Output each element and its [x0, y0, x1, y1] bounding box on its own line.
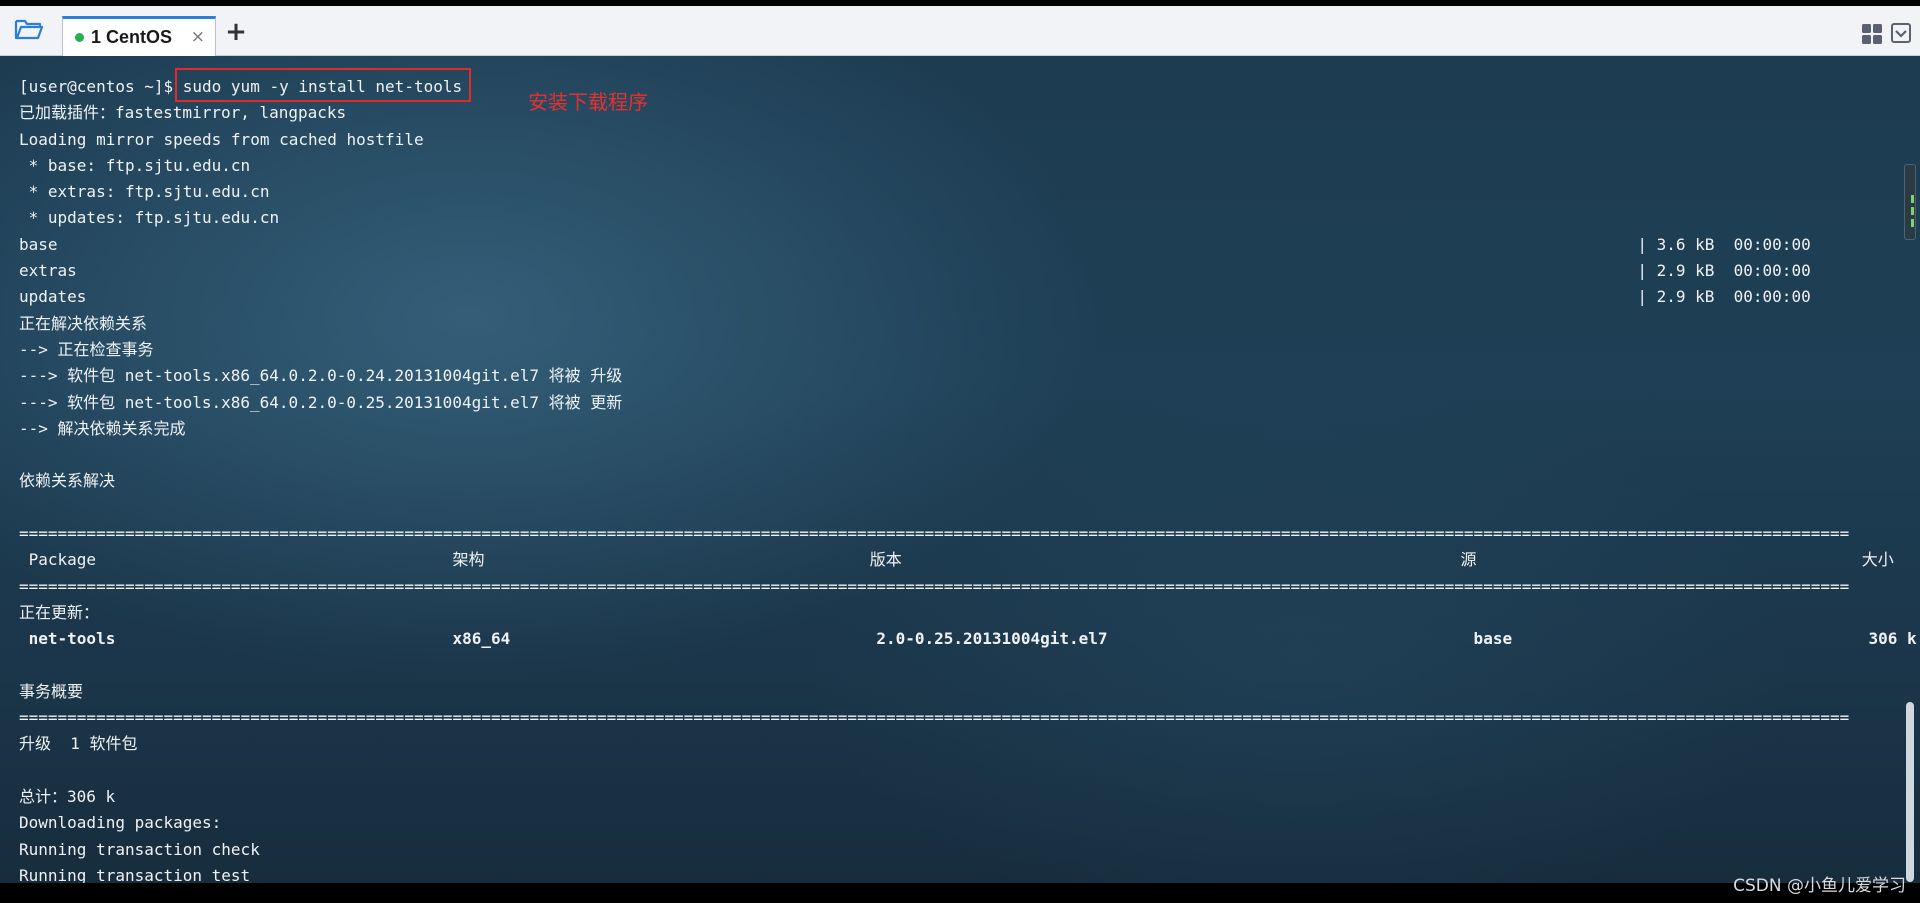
terminal-line: updates | 2.9 kB 00:00:00 [19, 287, 1811, 307]
tab-label: 1 CentOS [91, 27, 173, 47]
folder-open-icon [14, 17, 44, 45]
terminal-line: 升级 1 软件包 [19, 734, 138, 754]
terminal-line: --> 正在检查事务 [19, 339, 154, 359]
terminal-line: ========================================… [19, 708, 1850, 728]
scrollbar-thumb[interactable] [1906, 702, 1914, 882]
bottom-strip [0, 883, 1920, 903]
terminal-view[interactable]: [user@centos ~]$ sudo yum -y install net… [0, 56, 1920, 883]
terminal-line: 已加载插件：fastestmirror, langpacks [19, 103, 347, 123]
add-tab-button[interactable]: + [224, 19, 248, 45]
layout-button[interactable] [1860, 22, 1884, 46]
terminal-line: 依赖关系解决 [19, 471, 116, 491]
scroll-marker [1904, 164, 1916, 240]
terminal-line: ========================================… [19, 524, 1850, 544]
terminal-line: 事务概要 [19, 681, 84, 701]
chevron-down-icon [1890, 23, 1912, 49]
terminal-line: extras | 2.9 kB 00:00:00 [19, 261, 1811, 281]
terminal-scrollbar[interactable] [1904, 56, 1916, 883]
command-highlight-box [175, 68, 471, 102]
terminal-line: Running transaction test [19, 865, 251, 883]
terminal-line: * updates: ftp.sjtu.edu.cn [19, 208, 280, 228]
terminal-line: --> 解决依赖关系完成 [19, 418, 186, 438]
terminal-line: Downloading packages: [19, 813, 222, 833]
terminal-output: [user@centos ~]$ sudo yum -y install net… [19, 74, 1917, 883]
connection-status-icon [75, 33, 84, 42]
terminal-line: * base: ftp.sjtu.edu.cn [19, 155, 251, 175]
annotation-label: 安装下载程序 [528, 90, 648, 114]
terminal-line: Package 架构 版本 源 大小 [19, 550, 1894, 570]
tab-bar: 1 CentOS × + [0, 6, 1920, 56]
layout-dropdown-button[interactable] [1890, 21, 1912, 45]
tab-centos[interactable]: 1 CentOS × [62, 16, 216, 56]
terminal-line: Running transaction check [19, 839, 260, 859]
terminal-line: Loading mirror speeds from cached hostfi… [19, 129, 424, 149]
grid-layout-icon [1860, 24, 1884, 50]
watermark: CSDN @小鱼儿爱学习 [1733, 876, 1906, 896]
terminal-line: ---> 软件包 net-tools.x86_64.0.2.0-0.24.201… [19, 366, 623, 386]
terminal-line: net-tools x86_64 2.0-0.25.20131004git.el… [19, 629, 1917, 649]
terminal-line: * extras: ftp.sjtu.edu.cn [19, 182, 270, 202]
terminal-line: base | 3.6 kB 00:00:00 [19, 234, 1811, 254]
terminal-line: 正在解决依赖关系 [19, 313, 148, 333]
terminal-line: 总计：306 k [19, 787, 116, 807]
terminal-line: ========================================… [19, 576, 1850, 596]
tab-close-icon[interactable]: × [191, 27, 205, 47]
terminal-line: ---> 软件包 net-tools.x86_64.0.2.0-0.25.201… [19, 392, 623, 412]
open-folder-button[interactable] [8, 15, 50, 47]
terminal-line: 正在更新： [19, 602, 100, 622]
